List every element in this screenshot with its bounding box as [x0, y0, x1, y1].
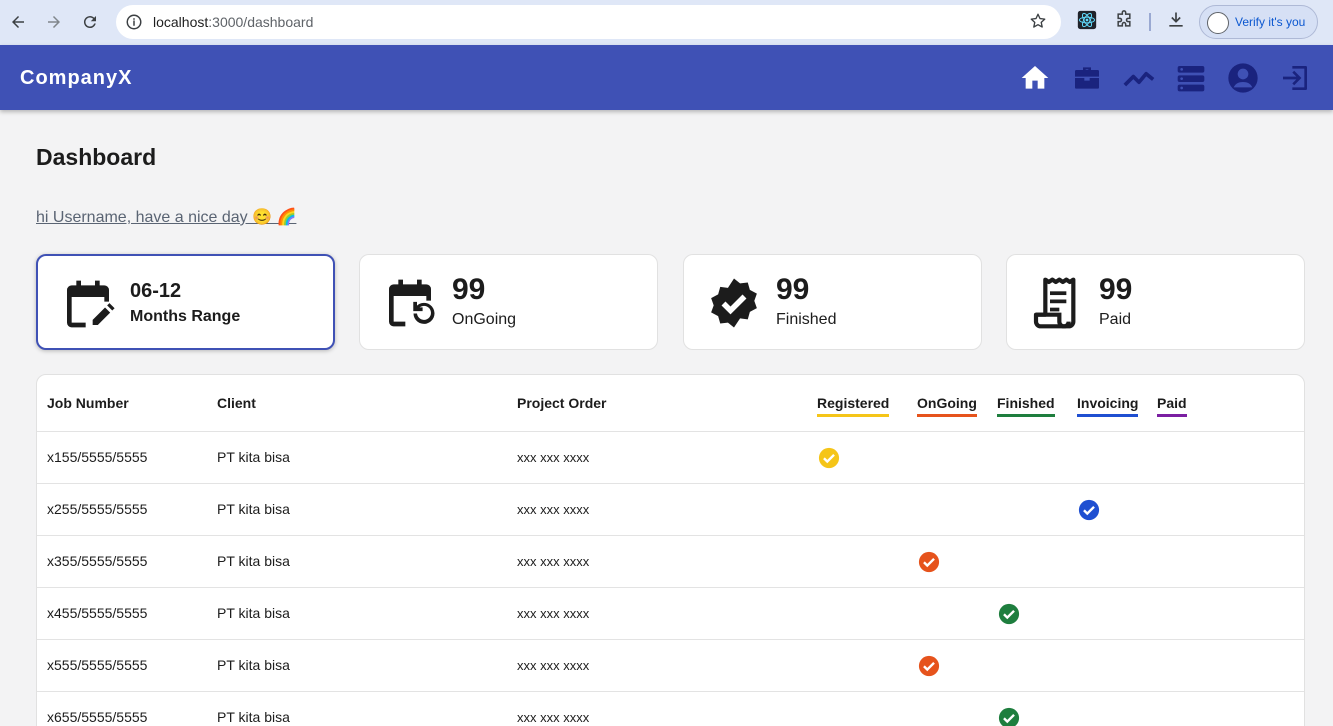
client-cell: PT kita bisa: [217, 709, 290, 725]
column-header-invoicing[interactable]: Invoicing: [1077, 395, 1139, 417]
account-icon[interactable]: [1226, 61, 1260, 95]
finished-value: 99: [776, 273, 810, 306]
react-devtools-icon[interactable]: [1077, 10, 1097, 35]
client-cell: PT kita bisa: [217, 501, 290, 517]
toolbar-divider: [1149, 13, 1151, 31]
bookmark-star-icon[interactable]: [1029, 12, 1047, 35]
download-icon[interactable]: [1166, 10, 1186, 35]
column-header-registered[interactable]: Registered: [817, 395, 890, 417]
status-check-icon: [998, 603, 1020, 625]
job-number-cell: x555/5555/5555: [47, 657, 148, 673]
verified-icon: [706, 275, 762, 331]
jobs-table: Job Number Client Project Order Register…: [36, 374, 1305, 726]
status-check-icon: [918, 551, 940, 573]
table-row[interactable]: x455/5555/5555 PT kita bisa xxx xxx xxxx: [37, 587, 1304, 639]
table-row[interactable]: x255/5555/5555 PT kita bisa xxx xxx xxxx: [37, 483, 1304, 535]
table-row[interactable]: x155/5555/5555 PT kita bisa xxx xxx xxxx: [37, 431, 1304, 483]
table-row[interactable]: x355/5555/5555 PT kita bisa xxx xxx xxxx: [37, 535, 1304, 587]
table-row[interactable]: x655/5555/5555 PT kita bisa xxx xxx xxxx: [37, 691, 1304, 726]
ongoing-card[interactable]: 99 OnGoing: [359, 254, 658, 350]
brand-logo[interactable]: CompanyX: [20, 67, 132, 90]
url-text: localhost:3000/dashboard: [153, 14, 313, 30]
months-range-card[interactable]: 06-12 Months Range: [36, 254, 335, 350]
calendar-edit-icon: [60, 276, 116, 332]
profile-label: Verify it's you: [1235, 15, 1306, 29]
list-icon[interactable]: [1174, 61, 1208, 95]
status-check-icon: [1078, 499, 1100, 521]
job-number-cell: x355/5555/5555: [47, 553, 148, 569]
paid-card[interactable]: 99 Paid: [1006, 254, 1305, 350]
briefcase-icon[interactable]: [1070, 61, 1104, 95]
column-header-paid[interactable]: Paid: [1157, 395, 1187, 417]
logout-icon[interactable]: [1278, 61, 1312, 95]
job-number-cell: x655/5555/5555: [47, 709, 148, 725]
paid-label: Paid: [1099, 311, 1132, 328]
job-number-cell: x455/5555/5555: [47, 605, 148, 621]
status-check-icon: [818, 447, 840, 469]
url-host: localhost: [153, 14, 209, 30]
client-cell: PT kita bisa: [217, 605, 290, 621]
profile-avatar-icon: [1207, 12, 1229, 34]
column-header-project-order[interactable]: Project Order: [517, 395, 606, 411]
site-info-icon[interactable]: [125, 13, 143, 36]
job-number-cell: x255/5555/5555: [47, 501, 148, 517]
job-number-cell: x155/5555/5555: [47, 449, 148, 465]
profile-button[interactable]: Verify it's you: [1199, 5, 1318, 39]
ongoing-label: OnGoing: [452, 311, 517, 328]
url-path: :3000/dashboard: [208, 14, 314, 30]
project-order-cell: xxx xxx xxxx: [517, 502, 590, 517]
client-cell: PT kita bisa: [217, 449, 290, 465]
finished-label: Finished: [776, 311, 837, 328]
receipt-icon: [1029, 275, 1085, 331]
months-range-value: 06-12: [130, 280, 182, 302]
months-range-label: Months Range: [130, 308, 241, 325]
forward-icon[interactable]: [42, 10, 66, 34]
project-order-cell: xxx xxx xxxx: [517, 554, 590, 569]
column-header-ongoing[interactable]: OnGoing: [917, 395, 977, 417]
project-order-cell: xxx xxx xxxx: [517, 606, 590, 621]
app-bar: CompanyX: [0, 45, 1333, 110]
column-header-job-number[interactable]: Job Number: [47, 395, 129, 411]
calendar-clock-icon: [382, 275, 438, 331]
back-icon[interactable]: [6, 10, 30, 34]
reload-icon[interactable]: [78, 10, 102, 34]
status-check-icon: [998, 707, 1020, 726]
table-row[interactable]: x555/5555/5555 PT kita bisa xxx xxx xxxx: [37, 639, 1304, 691]
client-cell: PT kita bisa: [217, 657, 290, 673]
ongoing-value: 99: [452, 273, 486, 306]
project-order-cell: xxx xxx xxxx: [517, 710, 590, 725]
browser-toolbar: localhost:3000/dashboard Verify it's you: [0, 0, 1333, 45]
extensions-puzzle-icon[interactable]: [1114, 10, 1134, 35]
trending-icon[interactable]: [1122, 61, 1156, 95]
client-cell: PT kita bisa: [217, 553, 290, 569]
paid-value: 99: [1099, 273, 1133, 306]
column-header-client[interactable]: Client: [217, 395, 256, 411]
finished-card[interactable]: 99 Finished: [683, 254, 982, 350]
page-title: Dashboard: [36, 144, 157, 170]
address-bar[interactable]: localhost:3000/dashboard: [116, 5, 1061, 39]
home-icon[interactable]: [1018, 61, 1052, 95]
greeting-link[interactable]: hi Username, have a nice day 😊 🌈: [36, 207, 296, 227]
column-header-finished[interactable]: Finished: [997, 395, 1055, 417]
status-check-icon: [918, 655, 940, 677]
project-order-cell: xxx xxx xxxx: [517, 658, 590, 673]
project-order-cell: xxx xxx xxxx: [517, 450, 590, 465]
